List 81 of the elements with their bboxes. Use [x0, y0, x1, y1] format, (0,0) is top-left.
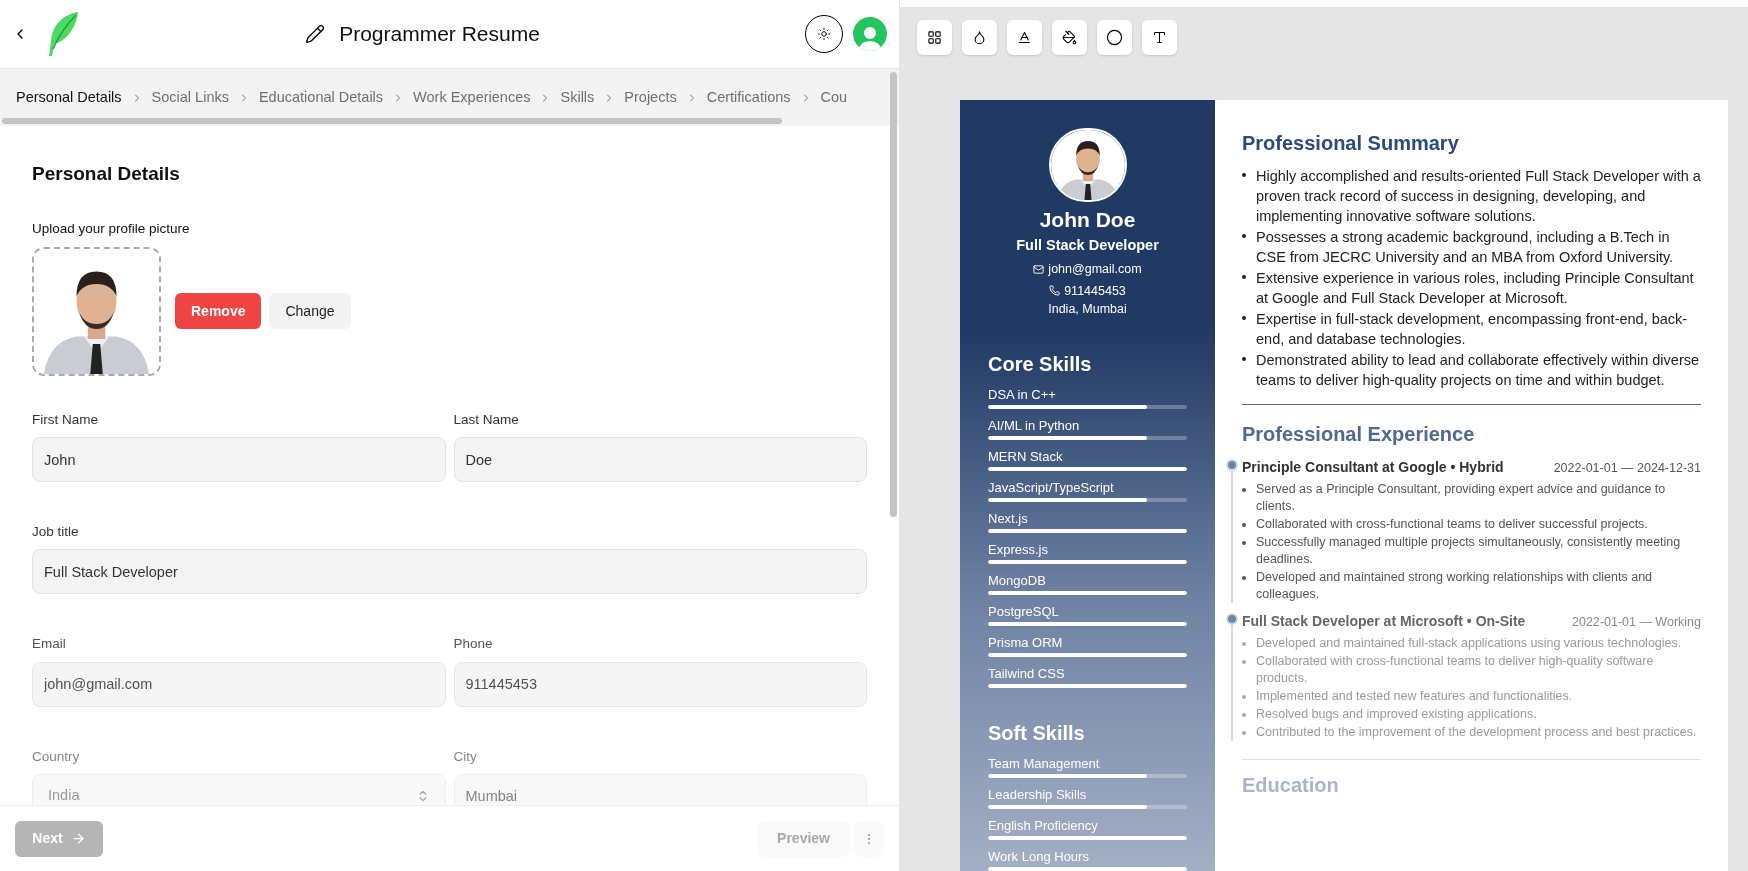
skill-name: English Proficiency — [988, 818, 1099, 834]
resume-location: India, Mumbai — [1048, 301, 1127, 319]
field-label: Email — [32, 635, 67, 654]
bullet-text: Possesses a strong academic background, including a B.Tech in CSE from JECRC University and an MBA from Oxford University. — [1256, 228, 1675, 267]
bullet-text: Developed and maintained full-stack applications using various technologies. — [1256, 635, 1682, 652]
input-field[interactable]: Full Stack Developer — [32, 549, 867, 595]
change-button[interactable]: Change — [269, 293, 351, 330]
resume-email: john@gmail.com — [1048, 260, 1142, 278]
mail-icon — [1033, 263, 1045, 275]
skill-name: Team Management — [988, 756, 1101, 772]
skill-name: Leadership Skills — [988, 787, 1088, 803]
skill-name: Prisma ORM — [988, 635, 1064, 651]
field-label: City — [453, 747, 478, 766]
step-tab[interactable]: Work Experiences — [413, 87, 531, 109]
field-label: Job title — [32, 523, 80, 541]
edit-icon[interactable] — [305, 24, 326, 44]
skill-name: JavaScript/TypeScript — [988, 480, 1115, 496]
bullet-text: Developed and maintained strong working relationships with clients and colleagues. — [1256, 569, 1654, 603]
document-title: Programmer Resume — [339, 21, 540, 48]
skill-name: MongoDB — [988, 573, 1047, 589]
phone-icon — [1049, 285, 1061, 297]
skill-name: PostgreSQL — [988, 604, 1060, 620]
bullet-text: Served as a Principle Consultant, providing expert advice and guidance to clients. — [1256, 481, 1667, 515]
field-label: Phone — [453, 635, 494, 654]
skill-name: Work Long Hours — [988, 849, 1090, 865]
bullet-text: Demonstrated ability to lead and collaborate effectively within diverse teams to deliver high-quality projects on time and within budget. — [1256, 351, 1701, 390]
type-icon[interactable] — [1142, 20, 1177, 55]
input-field[interactable]: 911445453 — [453, 661, 867, 707]
resume-name: John Doe — [1039, 206, 1136, 233]
input-field[interactable]: Mumbai — [453, 773, 867, 805]
section-heading: Personal Details — [32, 162, 181, 186]
input-field[interactable]: John — [32, 437, 446, 482]
step-tab[interactable]: Personal Details — [16, 87, 122, 109]
sun-icon[interactable] — [817, 27, 831, 41]
step-tab[interactable]: Projects — [624, 87, 677, 109]
job-title: Principle Consultant at Google • Hybrid — [1242, 458, 1504, 477]
resume-section-heading: Education — [1242, 773, 1340, 798]
skill-name: Next.js — [988, 511, 1029, 527]
skill-name: DSA in C++ — [988, 387, 1057, 403]
bullet-text: Collaborated with cross-functional teams to deliver successful projects. — [1256, 516, 1648, 533]
resume-job-title: Full Stack Developer — [1016, 236, 1159, 255]
sidebar-heading: Core Skills — [988, 352, 1093, 377]
resume-section-heading: Professional Experience — [1242, 422, 1476, 447]
field-label: First Name — [32, 410, 99, 429]
step-tab[interactable]: Cou — [820, 87, 848, 109]
job-dates: 2022-01-01 — 2024-12-31 — [1553, 460, 1701, 477]
bullet-text: Contributed to the improvement of the development process and best practices. — [1256, 724, 1697, 741]
job-dates: 2022-01-01 — Working — [1572, 614, 1701, 631]
step-tab[interactable]: Educational Details — [258, 87, 384, 109]
step-tab[interactable]: Skills — [560, 87, 595, 109]
layout-grid-icon[interactable] — [917, 20, 952, 55]
horizontal-scrollbar[interactable] — [2, 118, 782, 124]
upload-label: Upload your profile picture — [32, 219, 191, 238]
skill-name: MERN Stack — [988, 449, 1064, 465]
input-field[interactable]: Doe — [453, 437, 867, 482]
vertical-scrollbar[interactable] — [890, 72, 897, 517]
droplet-icon[interactable] — [962, 20, 997, 55]
bullet-text: Resolved bugs and improved existing applications. — [1256, 706, 1537, 723]
feather-logo[interactable] — [46, 11, 80, 57]
skill-name: AI/ML in Python — [988, 418, 1081, 434]
field-label: Country — [32, 747, 81, 766]
sidebar-heading: Soft Skills — [988, 721, 1086, 746]
bullet-text: Highly accomplished and results-oriented Full Stack Developer with a proven track record of success in designing, developing, and implementing innovative software solutions. — [1256, 167, 1701, 226]
skill-name: Tailwind CSS — [988, 666, 1066, 682]
step-tab[interactable]: Social Links — [151, 87, 229, 109]
remove-button[interactable]: Remove — [175, 293, 262, 330]
job-title: Full Stack Developer at Microsoft • On-Site — [1242, 612, 1526, 631]
bullet-text: Collaborated with cross-functional teams to deliver high-quality software products. — [1256, 653, 1655, 687]
bullet-text: Implemented and tested new features and functionalities. — [1256, 688, 1573, 705]
bullet-text: Successfully managed multiple projects simultaneously, consistently meeting deadlines. — [1256, 534, 1682, 568]
bullet-text: Extensive experience in various roles, including Principle Consultant at Google and Full Stack Developer at Microsoft. — [1256, 269, 1695, 308]
step-tab[interactable]: Certifications — [706, 87, 791, 109]
skill-name: Express.js — [988, 542, 1049, 558]
resume-phone: 911445453 — [1064, 282, 1126, 300]
field-label: Last Name — [453, 410, 520, 429]
resume-section-heading: Professional Summary — [1242, 131, 1460, 156]
text-color-icon[interactable] — [1007, 20, 1042, 55]
input-field[interactable]: john@gmail.com — [32, 661, 446, 707]
select-field[interactable]: India — [32, 773, 446, 805]
paint-bucket-icon[interactable] — [1052, 20, 1087, 55]
bullet-text: Expertise in full-stack development, encompassing front-end, back-end, and database technologies. — [1256, 310, 1689, 349]
